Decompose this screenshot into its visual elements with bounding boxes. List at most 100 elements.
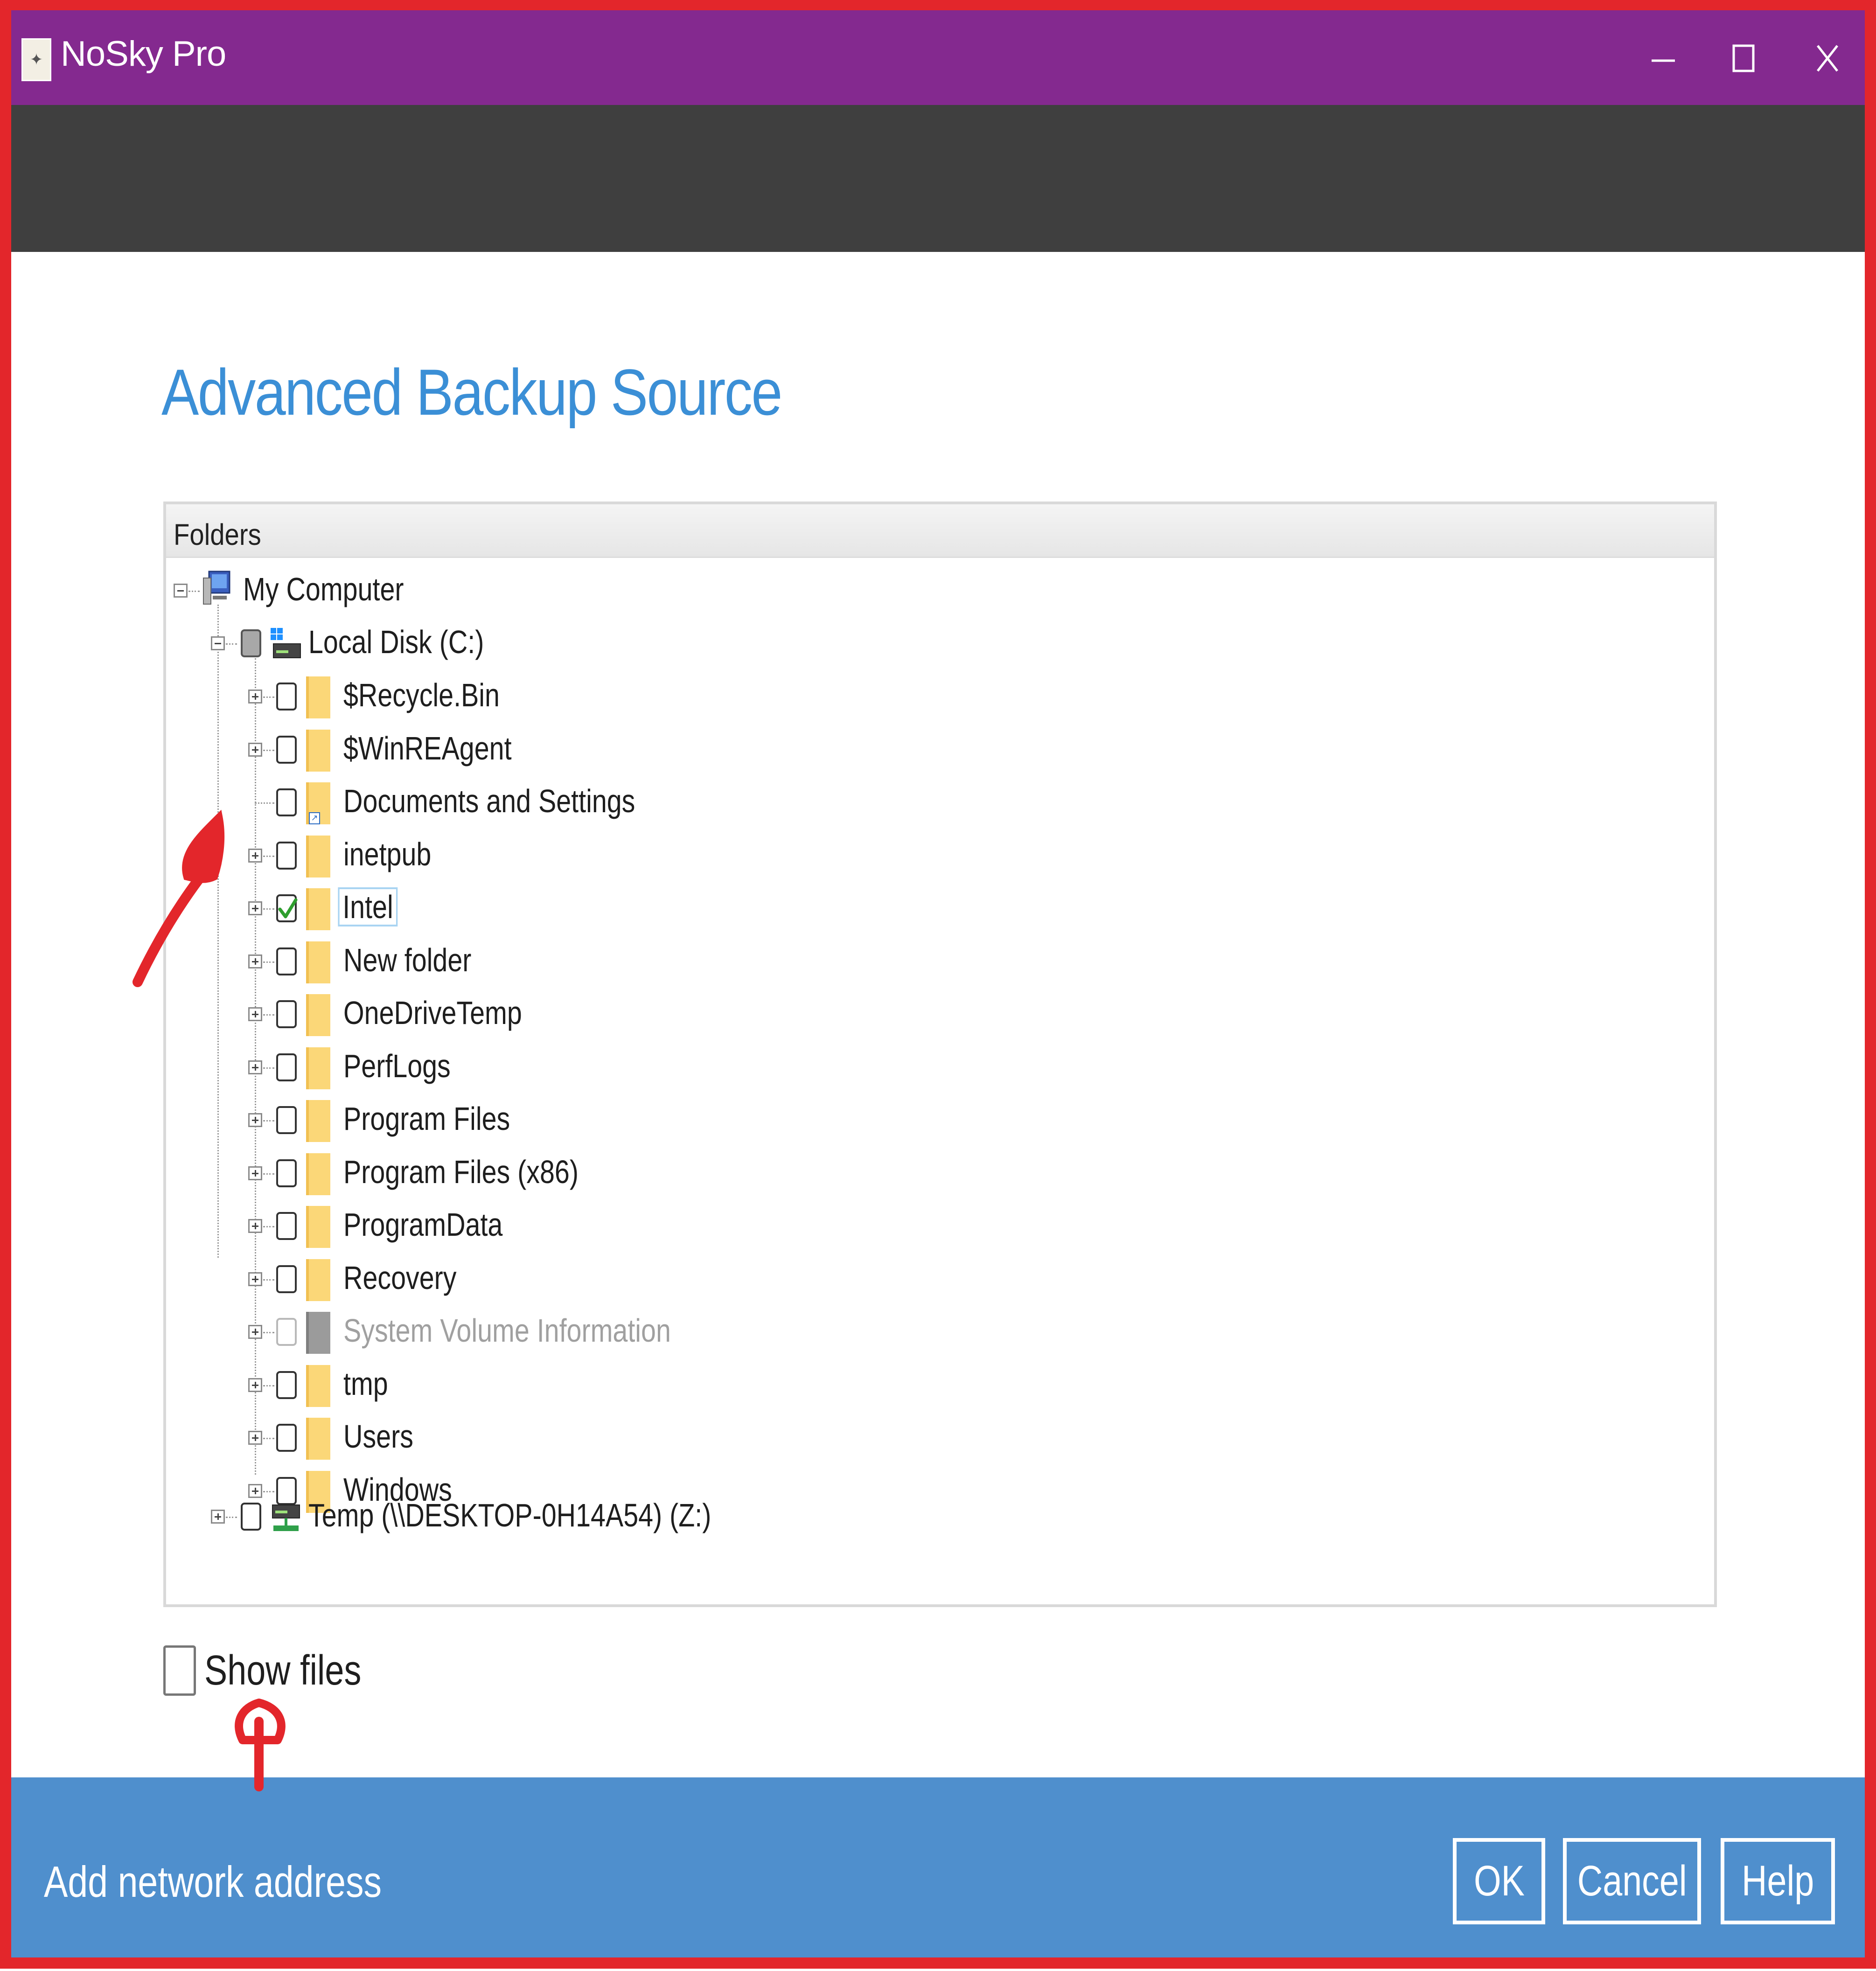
folder-label[interactable]: OneDriveTemp bbox=[343, 994, 522, 1031]
expand-toggle[interactable] bbox=[248, 743, 262, 757]
expand-toggle[interactable] bbox=[248, 954, 262, 968]
show-files-checkbox[interactable] bbox=[163, 1645, 196, 1696]
tree-node-label[interactable]: Temp (\\DESKTOP-0H14A54) (Z:) bbox=[308, 1497, 711, 1534]
maximize-button[interactable] bbox=[1709, 19, 1778, 98]
cancel-button-label: Cancel bbox=[1577, 1857, 1687, 1905]
folder-row[interactable]: $Recycle.Bin bbox=[166, 671, 913, 724]
expand-toggle[interactable] bbox=[248, 1325, 262, 1339]
folder-row[interactable]: Intel bbox=[166, 883, 913, 935]
network-drive-icon bbox=[270, 1501, 302, 1534]
folder-checkbox[interactable] bbox=[276, 1424, 297, 1452]
folder-icon bbox=[306, 1206, 330, 1248]
folder-icon bbox=[306, 836, 330, 878]
folder-row[interactable]: Program Files (x86) bbox=[166, 1148, 913, 1200]
app-logo-icon: ✦ bbox=[21, 38, 51, 81]
folder-icon bbox=[306, 941, 330, 983]
folder-label[interactable]: $Recycle.Bin bbox=[343, 676, 500, 714]
folder-row[interactable]: ↗ Documents and Settings bbox=[166, 777, 913, 829]
add-network-address-link[interactable]: Add network address bbox=[44, 1857, 382, 1907]
folder-checkbox[interactable] bbox=[276, 1000, 297, 1028]
expand-toggle[interactable] bbox=[248, 690, 262, 703]
tree-node-network-drive[interactable]: Temp (\\DESKTOP-0H14A54) (Z:) bbox=[166, 1491, 913, 1544]
folder-row[interactable]: System Volume Information bbox=[166, 1306, 913, 1359]
folder-row[interactable]: Program Files bbox=[166, 1094, 913, 1147]
folder-label[interactable]: New folder bbox=[343, 941, 471, 979]
folder-label[interactable]: inetpub bbox=[343, 836, 431, 873]
expand-toggle[interactable] bbox=[248, 1060, 262, 1074]
folder-label[interactable]: Program Files (x86) bbox=[343, 1153, 579, 1191]
cancel-button[interactable]: Cancel bbox=[1563, 1838, 1701, 1924]
folder-label[interactable]: Users bbox=[343, 1418, 413, 1455]
close-button[interactable] bbox=[1792, 19, 1862, 98]
folder-label[interactable]: PerfLogs bbox=[343, 1047, 451, 1085]
tree-node-label[interactable]: My Computer bbox=[243, 571, 404, 608]
expand-toggle[interactable] bbox=[248, 1219, 262, 1233]
folder-label[interactable]: ProgramData bbox=[343, 1206, 502, 1243]
tree-connector bbox=[255, 802, 274, 804]
expand-toggle[interactable] bbox=[248, 1431, 262, 1445]
folder-checkbox[interactable] bbox=[276, 1053, 297, 1081]
tree-connector bbox=[188, 591, 200, 592]
folder-checkbox[interactable] bbox=[276, 1212, 297, 1240]
folder-row[interactable]: $WinREAgent bbox=[166, 724, 913, 777]
folder-checkbox[interactable] bbox=[276, 894, 298, 922]
folder-row[interactable]: PerfLogs bbox=[166, 1042, 913, 1094]
folder-label[interactable]: Recovery bbox=[343, 1259, 456, 1296]
ok-button[interactable]: OK bbox=[1453, 1838, 1545, 1924]
folder-label[interactable]: tmp bbox=[343, 1365, 388, 1402]
tree-connector bbox=[263, 1385, 274, 1386]
tree-node-label[interactable]: Local Disk (C:) bbox=[308, 623, 484, 661]
folder-checkbox[interactable] bbox=[276, 1371, 297, 1399]
folder-checkbox[interactable] bbox=[276, 788, 297, 816]
tree-connector bbox=[263, 1120, 274, 1121]
folder-row[interactable]: ProgramData bbox=[166, 1200, 913, 1253]
folder-label[interactable]: System Volume Information bbox=[343, 1312, 671, 1349]
folder-icon bbox=[306, 994, 330, 1036]
folder-label[interactable]: Documents and Settings bbox=[343, 782, 635, 820]
expand-toggle[interactable] bbox=[248, 1007, 262, 1021]
tree-node-my-computer[interactable]: My Computer bbox=[166, 565, 866, 618]
minimize-button[interactable] bbox=[1628, 19, 1698, 98]
folder-row[interactable]: tmp bbox=[166, 1359, 913, 1412]
shortcut-folder-icon: ↗ bbox=[306, 782, 330, 824]
folder-icon bbox=[306, 1259, 330, 1301]
tree-connector bbox=[263, 750, 274, 751]
folder-row[interactable]: inetpub bbox=[166, 830, 913, 883]
folder-row[interactable]: Recovery bbox=[166, 1254, 913, 1306]
expand-toggle[interactable] bbox=[248, 849, 262, 863]
folder-tree-panel[interactable]: Folders My Computer Local Disk (C:) $Rec… bbox=[163, 501, 1717, 1607]
expand-toggle[interactable] bbox=[248, 1166, 262, 1180]
collapse-toggle[interactable] bbox=[174, 584, 188, 598]
expand-toggle[interactable] bbox=[248, 1113, 262, 1127]
show-files-label[interactable]: Show files bbox=[204, 1647, 361, 1695]
folder-checkbox[interactable] bbox=[276, 842, 297, 870]
folder-label[interactable]: Program Files bbox=[343, 1100, 510, 1137]
folder-checkbox[interactable] bbox=[276, 736, 297, 764]
folder-checkbox[interactable] bbox=[276, 1265, 297, 1293]
window-title: NoSky Pro bbox=[61, 34, 226, 74]
expand-toggle[interactable] bbox=[248, 1272, 262, 1286]
folder-label[interactable]: $WinREAgent bbox=[343, 730, 512, 767]
expand-toggle[interactable] bbox=[248, 901, 262, 915]
expand-toggle[interactable] bbox=[248, 1378, 262, 1392]
tree-node-local-disk[interactable]: Local Disk (C:) bbox=[166, 618, 866, 670]
drive-checkbox[interactable] bbox=[241, 1503, 261, 1531]
folder-icon bbox=[306, 1418, 330, 1460]
help-button[interactable]: Help bbox=[1721, 1838, 1835, 1924]
tree-connector bbox=[263, 961, 274, 963]
folder-row[interactable]: Users bbox=[166, 1412, 913, 1465]
folder-checkbox[interactable] bbox=[276, 947, 297, 975]
ok-button-label: OK bbox=[1473, 1857, 1525, 1905]
tree-connector bbox=[226, 1517, 237, 1518]
folder-checkbox[interactable] bbox=[276, 1159, 297, 1187]
folder-label[interactable]: Intel bbox=[338, 887, 398, 926]
collapse-toggle[interactable] bbox=[211, 636, 225, 650]
drive-checkbox[interactable] bbox=[241, 629, 261, 657]
folder-checkbox[interactable] bbox=[276, 1106, 297, 1134]
tree-connector bbox=[263, 1014, 274, 1016]
expand-toggle[interactable] bbox=[211, 1510, 225, 1524]
folder-checkbox[interactable] bbox=[276, 683, 297, 710]
folder-row[interactable]: OneDriveTemp bbox=[166, 989, 913, 1041]
minimize-icon bbox=[1652, 59, 1675, 62]
folder-row[interactable]: New folder bbox=[166, 936, 913, 989]
